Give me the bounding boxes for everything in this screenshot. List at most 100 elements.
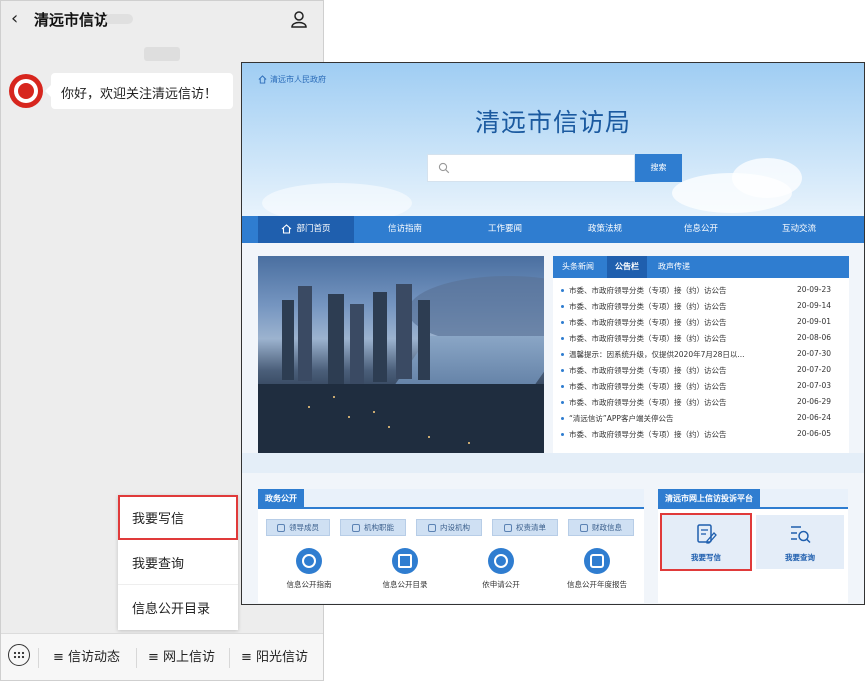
tab-gov-voice[interactable]: 政声传递 (649, 256, 699, 278)
query-label: 我要查询 (785, 553, 815, 562)
chat-title: 清远市信访 (34, 11, 110, 29)
photo-building (350, 304, 364, 384)
site-banner: 清远市人民政府 清远市信访局 搜索 (242, 63, 864, 216)
menu-info-catalog[interactable]: 信息公开目录 (118, 585, 238, 630)
write-letter-icon (697, 524, 717, 544)
tab-bulletin[interactable]: 公告栏 (607, 256, 647, 278)
nav-home-label: 部门首页 (296, 224, 331, 234)
search-input[interactable] (427, 154, 635, 182)
write-letter-label: 我要写信 (691, 553, 721, 562)
gov-home-link[interactable]: 清远市人民政府 (258, 74, 326, 85)
link-info-catalog[interactable]: 信息公开目录 (360, 548, 450, 590)
link-annual-report[interactable]: 信息公开年度报告 (552, 548, 642, 590)
news-tabs: 头条新闻 公告栏 政声传递 (553, 256, 849, 278)
screenshot-root: ‹ 清远市信访 你好，欢迎关注清远信访！ 我要写信 我要查询 信息公开目录 ≡ … (0, 0, 867, 681)
chip-responsibilities[interactable]: 权责清单 (492, 519, 558, 536)
petition-heading: 清远市网上信访投诉平台 (658, 489, 760, 509)
layers-icon (352, 523, 360, 532)
chip-functions[interactable]: 机构职能 (340, 519, 406, 536)
news-item[interactable]: 市委、市政府领导分类（专项）接（约）访公告 20-09-23 (559, 283, 843, 299)
query-button[interactable]: 我要查询 (756, 515, 844, 569)
photo-building (418, 300, 430, 380)
news-item[interactable]: 市委、市政府领导分类（专项）接（约）访公告 20-09-01 (559, 315, 843, 331)
gov-open-heading: 政务公开 (258, 489, 304, 509)
org-chart-icon (428, 523, 436, 532)
photo-light (373, 411, 375, 413)
photo-building (373, 292, 387, 382)
photo-light (388, 426, 390, 428)
news-item[interactable]: “清远信访”APP客户端关停公告 20-06-24 (559, 411, 843, 427)
divider-strip (242, 453, 864, 473)
tab-online-petition[interactable]: ≡ 网上信访 (148, 646, 215, 665)
welcome-message: 你好，欢迎关注清远信访！ (45, 73, 233, 109)
person-icon (277, 523, 285, 532)
news-item[interactable]: 市委、市政府领导分类（专项）接（约）访公告 20-08-06 (559, 331, 843, 347)
nav-work-news[interactable]: 工作要闻 (456, 216, 554, 243)
photo-light (308, 406, 310, 408)
search-button[interactable]: 搜索 (635, 154, 682, 182)
news-panel: 头条新闻 公告栏 政声传递 市委、市政府领导分类（专项）接（约）访公告 20-09… (553, 256, 849, 453)
home-icon (258, 75, 267, 84)
nav-interaction[interactable]: 互动交流 (750, 216, 848, 243)
petition-platform-panel: 清远市网上信访投诉平台 我要写信 我要查询 (658, 489, 848, 603)
news-item[interactable]: 市委、市政府领导分类（专项）接（约）访公告 20-06-05 (559, 427, 843, 443)
news-item[interactable]: 市委、市政府领导分类（专项）接（约）访公告 20-07-20 (559, 363, 843, 379)
nav-home[interactable]: 部门首页 (258, 216, 354, 243)
chip-departments[interactable]: 内设机构 (416, 519, 482, 536)
check-icon (488, 548, 514, 574)
photo-building (282, 300, 294, 380)
search-list-icon (791, 526, 811, 544)
photo-light (428, 436, 430, 438)
finance-icon (580, 523, 588, 532)
gov-open-header: 政务公开 (258, 489, 644, 509)
photo-foreground (258, 384, 544, 453)
tab-xinfang-news[interactable]: ≡ 信访动态 (53, 646, 120, 665)
link-info-guide[interactable]: 信息公开指南 (264, 548, 354, 590)
news-item[interactable]: 温馨提示：因系统升级，仅提供2020年7月28日以... 20-07-30 (559, 347, 843, 363)
tab-headlines[interactable]: 头条新闻 (553, 256, 603, 278)
menu-write-letter[interactable]: 我要写信 (118, 495, 238, 540)
tab-sunshine-petition[interactable]: ≡ 阳光信访 (241, 646, 308, 665)
link-apply-disclosure[interactable]: 依申请公开 (456, 548, 546, 590)
city-night-photo[interactable] (258, 256, 544, 453)
nav-info-open[interactable]: 信息公开 (652, 216, 750, 243)
photo-building (396, 284, 412, 379)
chevron-left-icon[interactable]: ‹ (11, 8, 18, 29)
chip-finance[interactable]: 财政信息 (568, 519, 634, 536)
blurred-timestamp (144, 47, 180, 61)
nav-policy[interactable]: 政策法规 (556, 216, 654, 243)
stack-icon (584, 548, 610, 574)
photo-light (333, 396, 335, 398)
cloud-decor (262, 183, 412, 216)
official-account-menu-bar: ≡ 信访动态 ≡ 网上信访 ≡ 阳光信访 (1, 633, 323, 680)
petition-header: 清远市网上信访投诉平台 (658, 489, 848, 509)
home-icon (282, 223, 292, 234)
document-icon (392, 548, 418, 574)
menu-divider (38, 648, 39, 668)
chip-leaders[interactable]: 领导成员 (266, 519, 330, 536)
photo-light (348, 416, 350, 418)
photo-building (328, 294, 344, 384)
bottom-menu-popup: 我要写信 我要查询 信息公开目录 (118, 495, 238, 630)
gov-open-panel: 政务公开 领导成员 机构职能 内设机构 权责清单 财政信息 信息公开指南 信息公… (258, 489, 644, 603)
menu-divider (136, 648, 137, 668)
nav-guide[interactable]: 信访指南 (356, 216, 454, 243)
website-panel: 清远市人民政府 清远市信访局 搜索 部门首页 信访指南 工作要闻 政策法规 信息… (241, 62, 865, 605)
gov-link-label: 清远市人民政府 (270, 75, 326, 84)
photo-building (298, 286, 312, 381)
news-item[interactable]: 市委、市政府领导分类（专项）接（约）访公告 20-07-03 (559, 379, 843, 395)
menu-divider (229, 648, 230, 668)
menu-query[interactable]: 我要查询 (118, 540, 238, 585)
news-list: 市委、市政府领导分类（专项）接（约）访公告 20-09-23 市委、市政府领导分类… (559, 283, 843, 443)
photo-light (468, 442, 470, 444)
cloud-decor (732, 158, 802, 198)
user-icon[interactable] (289, 9, 309, 29)
compass-icon (296, 548, 322, 574)
write-letter-button[interactable]: 我要写信 (660, 513, 752, 571)
news-item[interactable]: 市委、市政府领导分类（专项）接（约）访公告 20-09-14 (559, 299, 843, 315)
news-item[interactable]: 市委、市政府领导分类（专项）接（约）访公告 20-06-29 (559, 395, 843, 411)
site-title: 清远市信访局 (474, 108, 631, 137)
main-nav: 部门首页 信访指南 工作要闻 政策法规 信息公开 互动交流 (242, 216, 864, 243)
keyboard-icon[interactable] (8, 644, 30, 666)
account-avatar[interactable] (9, 74, 43, 108)
